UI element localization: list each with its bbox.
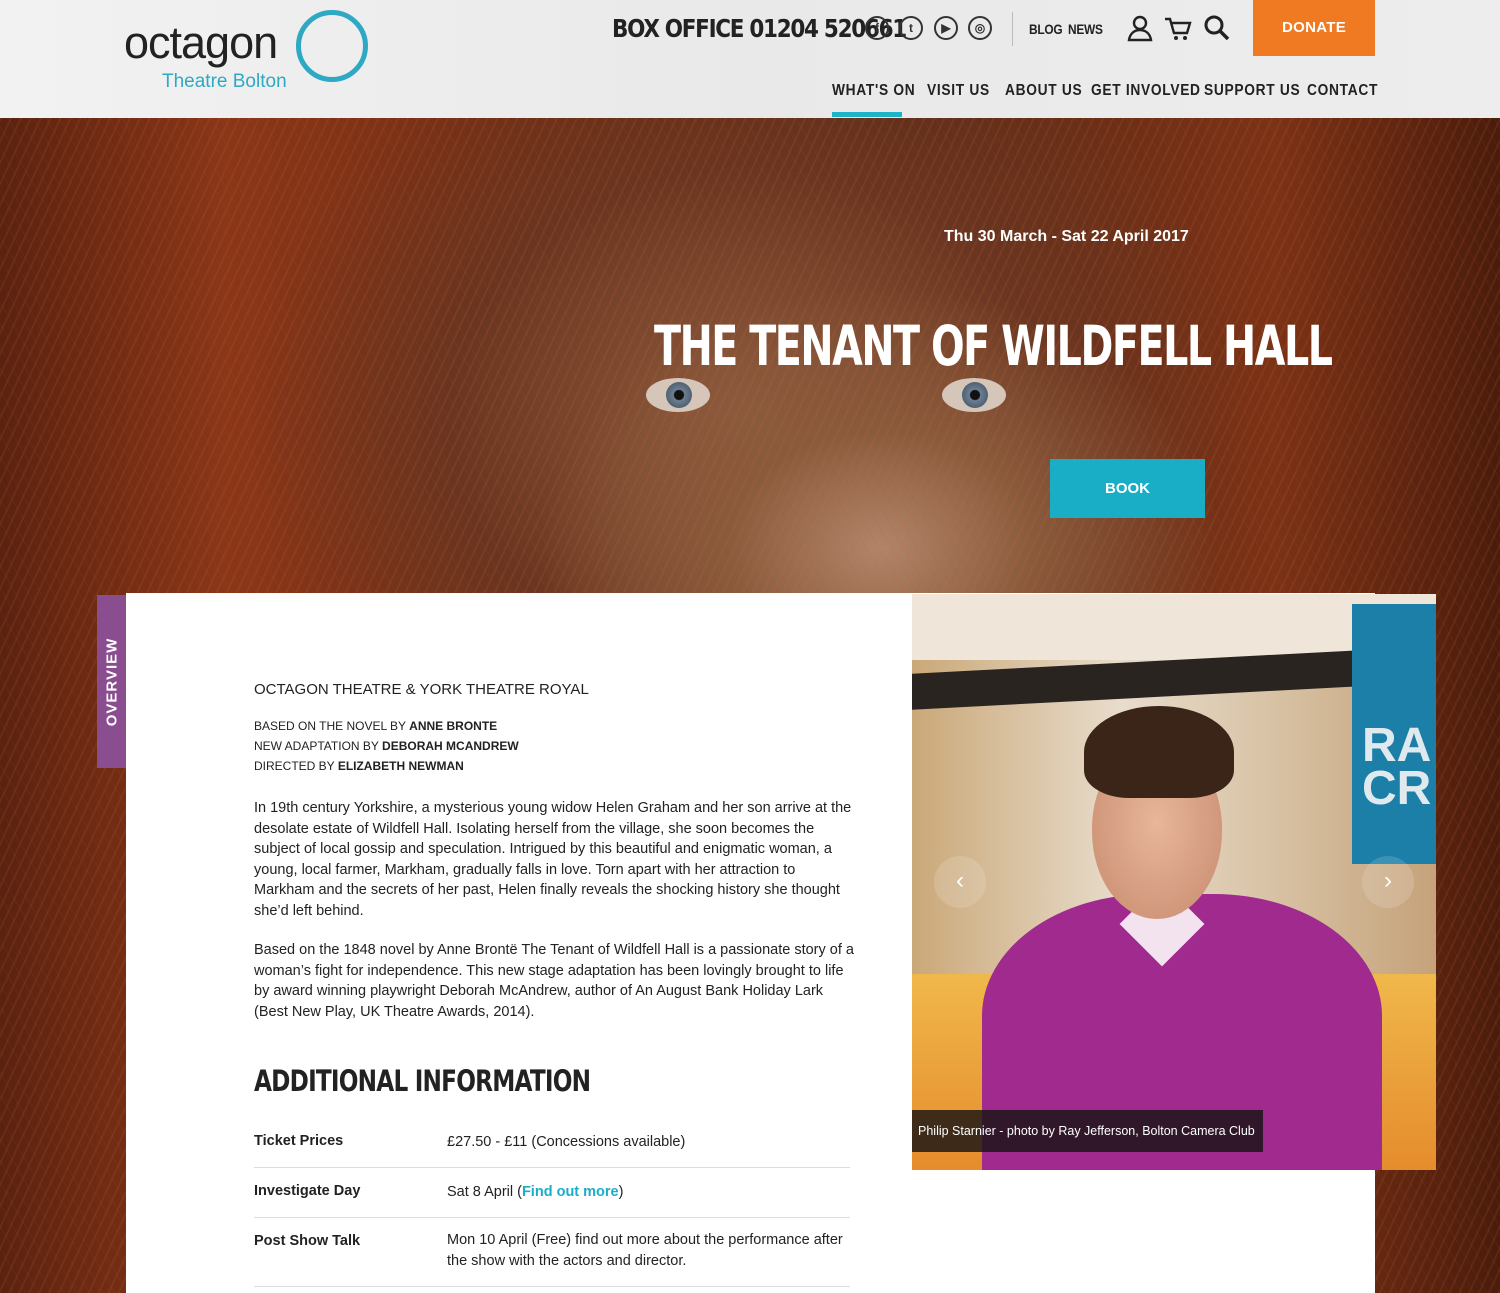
- info-value: Mon 10 April (Free) find out more about …: [447, 1232, 843, 1269]
- gallery-next-arrow-icon[interactable]: ›: [1362, 856, 1414, 908]
- nav-whats-on[interactable]: WHAT'S ON: [832, 82, 915, 100]
- info-label: Ticket Prices: [254, 1133, 344, 1149]
- logo-subtitle: Theatre Bolton: [162, 71, 287, 92]
- logo-wordmark: octagon: [124, 17, 278, 68]
- nav-visit-us[interactable]: VISIT US: [927, 82, 990, 100]
- search-icon[interactable]: [1203, 14, 1231, 42]
- info-label: Investigate Day: [254, 1183, 361, 1199]
- nav-support-us[interactable]: SUPPORT US: [1204, 82, 1300, 100]
- box-office-phone[interactable]: BOX OFFICE 01204 520661: [612, 14, 907, 43]
- facebook-icon[interactable]: f: [865, 16, 889, 40]
- nav-about-us[interactable]: ABOUT US: [1005, 82, 1082, 100]
- instagram-icon[interactable]: ◎: [968, 16, 992, 40]
- nav-active-indicator: [832, 112, 902, 117]
- additional-info-heading: ADDITIONAL INFORMATION: [254, 1064, 591, 1098]
- overview-tab[interactable]: OVERVIEW: [97, 595, 126, 768]
- synopsis-paragraph: In 19th century Yorkshire, a mysterious …: [254, 800, 852, 919]
- show-dates: Thu 30 March - Sat 22 April 2017: [944, 228, 1189, 245]
- donate-button[interactable]: DONATE: [1253, 0, 1375, 56]
- site-header: octagon Theatre Bolton BOX OFFICE 01204 …: [0, 0, 1500, 118]
- credit-adaptation: NEW ADAPTATION BY DEBORAH MCANDREW: [254, 739, 519, 753]
- twitter-icon[interactable]: t: [899, 16, 923, 40]
- gallery-prev-arrow-icon[interactable]: ‹: [934, 856, 986, 908]
- news-link[interactable]: NEWS: [1068, 21, 1103, 37]
- producers-line: OCTAGON THEATRE & YORK THEATRE ROYAL: [254, 681, 589, 698]
- info-value: Sat 8 April (Find out more): [447, 1184, 624, 1200]
- logo-ring-icon: [296, 10, 368, 82]
- youtube-icon[interactable]: ▶: [934, 16, 958, 40]
- info-value: £27.50 - £11 (Concessions available): [447, 1134, 686, 1150]
- photo-caption: Philip Starnier - photo by Ray Jefferson…: [912, 1110, 1263, 1152]
- hero-eye-left: [646, 378, 710, 412]
- overview-tab-label: OVERVIEW: [103, 637, 120, 726]
- basket-icon[interactable]: [1164, 14, 1192, 42]
- header-divider: [1012, 12, 1013, 46]
- gallery-photo[interactable]: RA CR ‹ ›: [912, 594, 1436, 1170]
- blog-link[interactable]: BLOG: [1029, 21, 1063, 37]
- nav-contact[interactable]: CONTACT: [1307, 82, 1378, 100]
- show-title: THE TENANT OF WILDFELL HALL: [654, 314, 1333, 378]
- account-icon[interactable]: [1126, 14, 1154, 42]
- credit-novel: BASED ON THE NOVEL BY ANNE BRONTE: [254, 719, 498, 733]
- credit-director: DIRECTED BY ELIZABETH NEWMAN: [254, 759, 464, 773]
- hero-eye-right: [942, 378, 1006, 412]
- octagon-logo[interactable]: octagon Theatre Bolton: [124, 10, 374, 92]
- info-row-investigate-day: Investigate Day Sat 8 April (Find out mo…: [254, 1168, 850, 1218]
- nav-get-involved[interactable]: GET INVOLVED: [1091, 82, 1201, 100]
- book-button[interactable]: BOOK: [1050, 459, 1205, 518]
- info-row-post-show-talk: Post Show Talk Mon 10 April (Free) find …: [254, 1218, 850, 1287]
- info-label: Post Show Talk: [254, 1233, 361, 1249]
- info-row-ticket-prices: Ticket Prices £27.50 - £11 (Concessions …: [254, 1118, 850, 1168]
- background-paragraph: Based on the 1848 novel by Anne Brontë T…: [254, 942, 854, 1020]
- find-out-more-link[interactable]: Find out more: [522, 1184, 619, 1200]
